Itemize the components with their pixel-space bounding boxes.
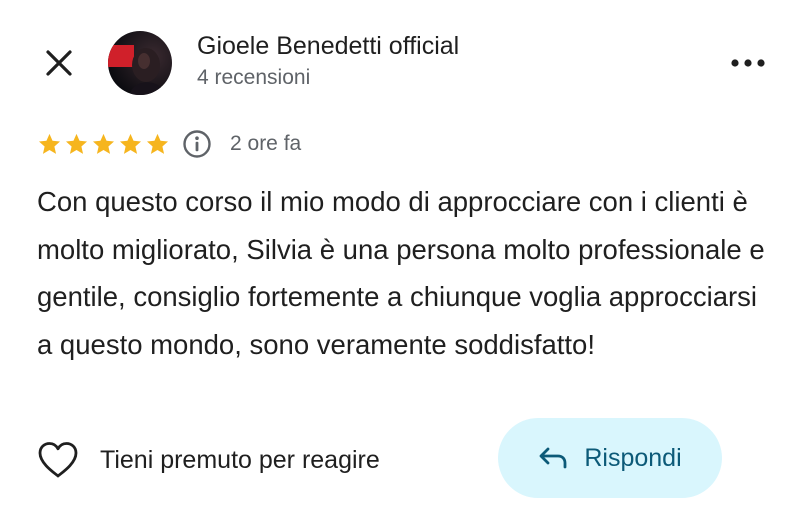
avatar[interactable] (108, 31, 172, 95)
review-time: 2 ore fa (230, 132, 302, 155)
review-text: Con questo corso il mio modo di approcci… (37, 186, 765, 360)
rating-row: 2 ore fa (37, 128, 301, 160)
review-card: Gioele Benedetti official 4 recensioni 2… (0, 0, 804, 523)
react-button[interactable]: Tieni premuto per reagire (36, 436, 380, 484)
star-rating (37, 132, 170, 157)
react-label: Tieni premuto per reagire (100, 445, 380, 474)
reply-button[interactable]: Rispondi (498, 418, 722, 498)
more-vert-icon (731, 59, 765, 67)
reply-arrow-icon (539, 447, 567, 469)
avatar-image (108, 31, 172, 95)
reply-label: Rispondi (584, 443, 682, 472)
more-options-button[interactable] (720, 44, 776, 82)
close-button[interactable] (38, 42, 80, 84)
star-icon (92, 133, 115, 154)
heart-outline-icon (38, 442, 78, 478)
star-icon (65, 133, 88, 154)
info-icon[interactable] (182, 129, 212, 159)
close-icon (46, 50, 72, 76)
author-name[interactable]: Gioele Benedetti official (197, 32, 459, 61)
star-icon (38, 133, 61, 154)
star-icon (146, 133, 169, 154)
author-reviews-count: 4 recensioni (197, 66, 311, 89)
star-icon (119, 133, 142, 154)
